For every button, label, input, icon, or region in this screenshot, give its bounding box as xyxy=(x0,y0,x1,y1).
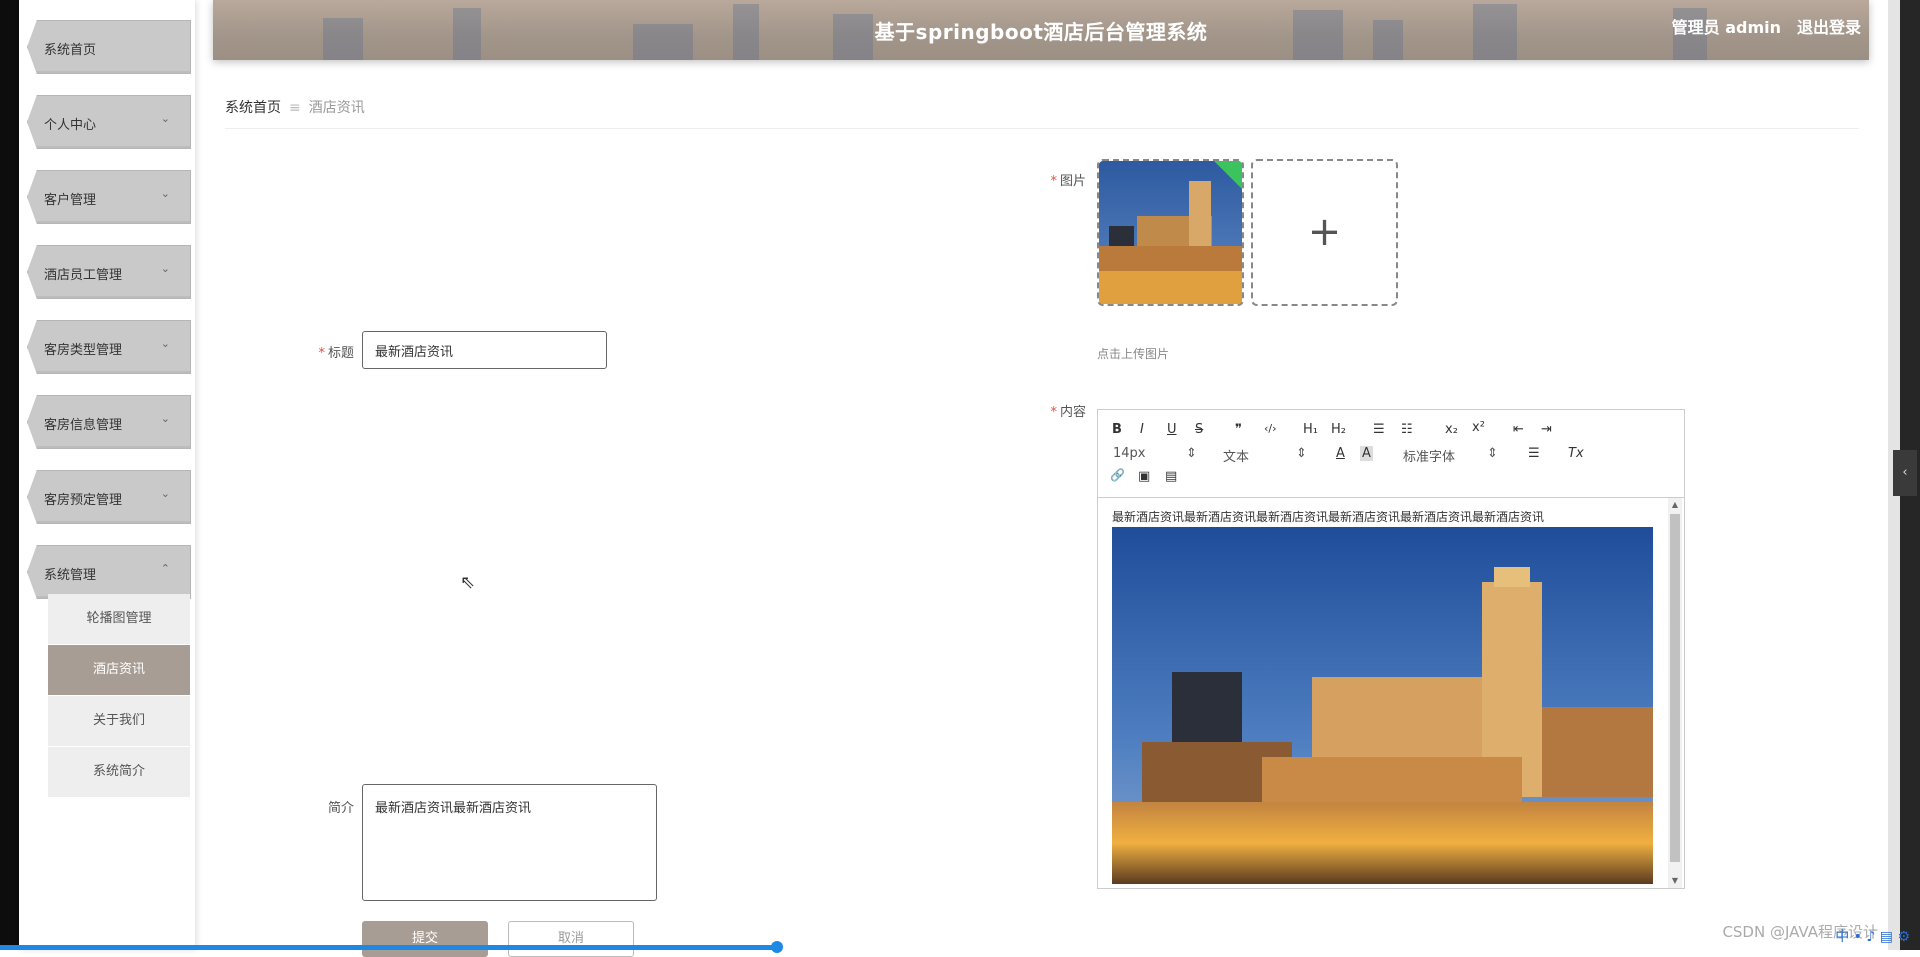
chevron-updown-icon: ⇕ xyxy=(1487,446,1498,461)
hotel-photo-illustration xyxy=(1112,527,1653,884)
sidebar: 系统首页 个人中心 客户管理 酒店员工管理 客房类型管理 客房信息管理 客房预定… xyxy=(19,0,195,950)
subscript-button[interactable]: x₂ xyxy=(1445,422,1458,437)
submenu-item-hotel-news[interactable]: 酒店资讯 xyxy=(48,645,190,695)
logout-link[interactable]: 退出登录 xyxy=(1797,14,1861,38)
chevron-down-icon xyxy=(161,187,170,200)
system-tray: 中 • ♪ ▤ ⚙ xyxy=(1835,929,1910,945)
sidebar-item-personal-center[interactable]: 个人中心 xyxy=(27,95,191,149)
quote-icon[interactable]: ❞ xyxy=(1235,422,1242,437)
image-icon[interactable]: ▣ xyxy=(1138,469,1150,484)
breadcrumb-separator-icon: ≡ xyxy=(289,100,301,116)
background-color-icon[interactable]: A xyxy=(1360,446,1373,461)
progress-line xyxy=(0,945,780,950)
divider xyxy=(225,128,1859,129)
upload-add-button[interactable]: + xyxy=(1251,159,1398,306)
side-panel-toggle-icon[interactable]: ‹ xyxy=(1893,450,1917,496)
sidebar-item-room-type-management[interactable]: 客房类型管理 xyxy=(27,320,191,374)
title-label: * 标题 xyxy=(318,346,354,361)
user-label: 管理员 admin xyxy=(1671,18,1781,37)
chevron-updown-icon: ⇕ xyxy=(1296,446,1307,461)
sidebar-item-label: 客房类型管理 xyxy=(44,343,123,358)
chevron-down-icon xyxy=(161,412,170,425)
h2-button[interactable]: H₂ xyxy=(1331,422,1346,437)
scrollbar-thumb[interactable] xyxy=(1670,514,1680,862)
bold-button[interactable]: B xyxy=(1112,422,1122,437)
submit-button[interactable]: 提交 xyxy=(362,921,488,957)
submenu-item-carousel[interactable]: 轮播图管理 xyxy=(48,594,190,644)
editor-content[interactable]: 最新酒店资讯最新酒店资讯最新酒店资讯最新酒店资讯最新酒店资讯最新酒店资讯 ▲ ▼ xyxy=(1098,498,1684,888)
hotel-photo xyxy=(1112,527,1653,884)
align-icon[interactable]: ☰ xyxy=(1528,446,1540,461)
outdent-icon[interactable]: ⇤ xyxy=(1513,422,1524,437)
intro-label: 简介 xyxy=(327,801,354,816)
chevron-down-icon xyxy=(161,112,170,125)
font-family-select[interactable]: 标准字体 xyxy=(1403,446,1455,465)
mouse-cursor-icon: ⇖ xyxy=(460,572,476,593)
scroll-down-icon[interactable]: ▼ xyxy=(1668,874,1682,888)
superscript-button[interactable]: x² xyxy=(1472,420,1485,435)
rich-text-editor[interactable]: B I U S ❞ ‹/› H₁ H₂ ☰ ☷ x₂ x² ⇤ ⇥ 14px ⇕… xyxy=(1097,409,1685,889)
chevron-down-icon xyxy=(161,337,170,350)
chevron-updown-icon: ⇕ xyxy=(1186,446,1197,461)
upload-tip: 点击上传图片 xyxy=(1097,347,1170,361)
chevron-down-icon xyxy=(161,262,170,275)
ordered-list-icon[interactable]: ☰ xyxy=(1373,422,1385,437)
top-header: 基于springboot酒店后台管理系统 管理员 admin 退出登录 xyxy=(213,0,1869,60)
sidebar-item-label: 酒店员工管理 xyxy=(44,268,123,283)
sidebar-item-label: 客房信息管理 xyxy=(44,418,123,433)
strike-button[interactable]: S xyxy=(1195,422,1203,437)
video-icon[interactable]: ▤ xyxy=(1165,469,1177,484)
indent-icon[interactable]: ⇥ xyxy=(1541,422,1552,437)
breadcrumb-home[interactable]: 系统首页 xyxy=(225,100,281,116)
header-select[interactable]: 文本 xyxy=(1223,446,1249,465)
submenu-item-about-us[interactable]: 关于我们 xyxy=(48,696,190,746)
intro-textarea[interactable]: 最新酒店资讯最新酒店资讯 xyxy=(362,784,657,901)
clear-format-icon[interactable]: Tx xyxy=(1568,446,1584,461)
uploaded-image-thumbnail[interactable] xyxy=(1097,159,1244,306)
submenu-system-management: 轮播图管理 酒店资讯 关于我们 系统简介 xyxy=(48,594,190,798)
editor-text: 最新酒店资讯最新酒店资讯最新酒店资讯最新酒店资讯最新酒店资讯最新酒店资讯 xyxy=(1112,510,1545,524)
sidebar-item-label: 客户管理 xyxy=(44,193,97,208)
sidebar-item-staff-management[interactable]: 酒店员工管理 xyxy=(27,245,191,299)
progress-handle[interactable] xyxy=(771,941,783,953)
italic-button[interactable]: I xyxy=(1140,422,1144,437)
bullet-list-icon[interactable]: ☷ xyxy=(1401,422,1413,437)
scroll-up-icon[interactable]: ▲ xyxy=(1668,498,1682,512)
content-label: * 内容 xyxy=(1050,405,1086,420)
sidebar-item-label: 个人中心 xyxy=(44,118,97,133)
hotel-photo-thumbnail xyxy=(1099,161,1242,304)
sidebar-item-room-booking-management[interactable]: 客房预定管理 xyxy=(27,470,191,524)
chevron-up-icon xyxy=(161,562,170,575)
code-icon[interactable]: ‹/› xyxy=(1264,422,1277,435)
sidebar-item-system-management[interactable]: 系统管理 xyxy=(27,545,191,599)
title-input[interactable] xyxy=(362,331,607,369)
sidebar-item-label: 系统管理 xyxy=(44,568,97,583)
text-color-icon[interactable]: A xyxy=(1336,446,1345,461)
breadcrumb: 系统首页 ≡ 酒店资讯 xyxy=(225,97,365,117)
link-icon[interactable]: 🔗 xyxy=(1110,468,1125,482)
editor-toolbar: B I U S ❞ ‹/› H₁ H₂ ☰ ☷ x₂ x² ⇤ ⇥ 14px ⇕… xyxy=(1098,410,1684,498)
sidebar-item-room-info-management[interactable]: 客房信息管理 xyxy=(27,395,191,449)
editor-scrollbar[interactable]: ▲ ▼ xyxy=(1668,498,1682,888)
chevron-down-icon xyxy=(161,487,170,500)
submenu-item-system-intro[interactable]: 系统简介 xyxy=(48,747,190,797)
underline-button[interactable]: U xyxy=(1167,422,1177,437)
image-label: * 图片 xyxy=(1050,174,1086,189)
sidebar-item-customer-management[interactable]: 客户管理 xyxy=(27,170,191,224)
page-title: 基于springboot酒店后台管理系统 xyxy=(874,20,1208,44)
h1-button[interactable]: H₁ xyxy=(1303,422,1318,437)
sidebar-item-label: 客房预定管理 xyxy=(44,493,123,508)
window-edge xyxy=(0,0,19,950)
breadcrumb-current: 酒店资讯 xyxy=(308,100,365,116)
font-size-select[interactable]: 14px xyxy=(1113,446,1146,461)
sidebar-item-home[interactable]: 系统首页 xyxy=(27,20,191,74)
cancel-button[interactable]: 取消 xyxy=(508,921,634,957)
sidebar-item-label: 系统首页 xyxy=(44,43,97,58)
